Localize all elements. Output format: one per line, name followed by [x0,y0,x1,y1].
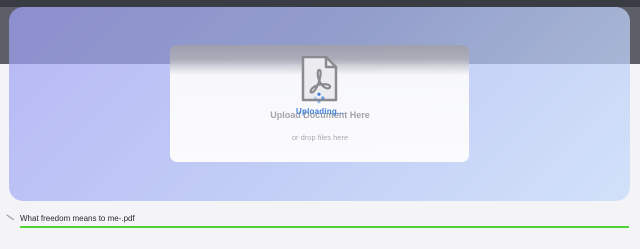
upload-progress-bar [20,226,629,228]
upload-progress-fill [20,226,629,228]
upload-status-text: Uploading... [296,107,345,116]
file-loading-icon [6,214,15,221]
loading-spinner-icon [313,92,325,104]
top-bar [0,0,640,7]
uploaded-file-name: What freedom means to me-.pdf [20,214,135,223]
drop-hint: or drop files here [291,133,349,142]
